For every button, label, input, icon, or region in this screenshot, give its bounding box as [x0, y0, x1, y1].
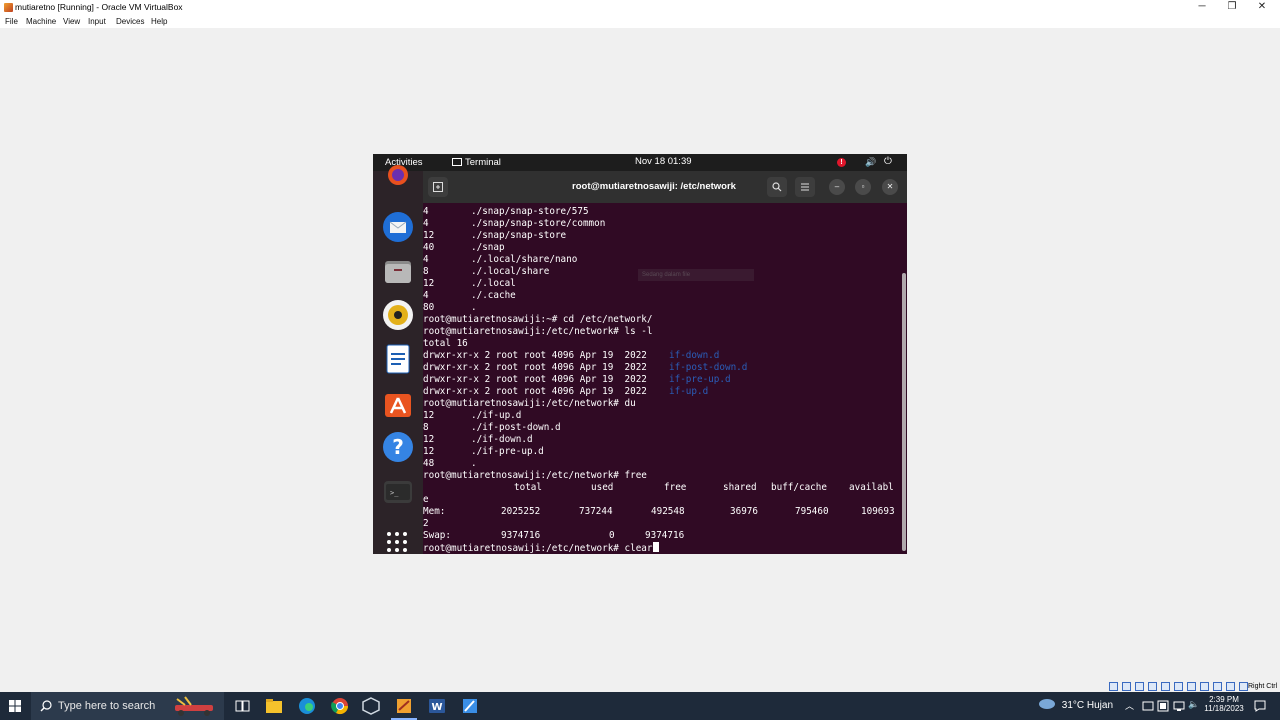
menu-view[interactable]: View: [63, 17, 80, 26]
ubuntu-software-icon[interactable]: [382, 387, 414, 419]
virtualbox-vm-icon[interactable]: [393, 696, 415, 716]
windows-start-icon[interactable]: [9, 700, 21, 712]
prompt-text: root@mutiaretnosawiji:/etc/network# clea…: [423, 543, 653, 554]
vbox-tray-icon[interactable]: [1157, 700, 1169, 712]
terminal-minimize-button[interactable]: –: [829, 179, 845, 195]
chevron-up-icon[interactable]: ︿: [1125, 699, 1134, 712]
display-icon[interactable]: [1187, 682, 1196, 691]
terminal-maximize-button[interactable]: ▫: [855, 179, 871, 195]
mouse-integration-icon[interactable]: [1226, 682, 1235, 691]
directory-name: if-up.d: [669, 386, 709, 397]
host-key-label: Right Ctrl: [1248, 683, 1278, 690]
rhythmbox-icon[interactable]: [382, 299, 414, 331]
virtualization-icon[interactable]: [1213, 682, 1222, 691]
shared-folders-icon[interactable]: [1174, 682, 1183, 691]
taskbar-date: 11/18/2023: [1204, 704, 1244, 713]
menu-file[interactable]: File: [5, 17, 18, 26]
terminal-close-button[interactable]: ✕: [882, 179, 898, 195]
terminal-icon: [452, 158, 462, 166]
paint-icon[interactable]: [459, 696, 481, 716]
optical-drive-icon[interactable]: [1122, 682, 1131, 691]
menu-devices[interactable]: Devices: [116, 17, 144, 26]
directory-name: if-post-down.d: [669, 362, 748, 373]
terminal-scroll-thumb[interactable]: [902, 273, 906, 551]
menu-help[interactable]: Help: [151, 17, 167, 26]
close-button[interactable]: ✕: [1247, 0, 1277, 15]
taskbar-time: 2:39 PM: [1209, 695, 1239, 704]
alert-icon[interactable]: !: [837, 158, 846, 167]
free-mem-row: Mem: 2025252 737244 492548 36976 795460 …: [423, 506, 895, 517]
search-placeholder: Type here to search: [58, 700, 156, 712]
ubuntu-dock: ? >_: [373, 165, 423, 554]
show-apps-icon[interactable]: [387, 532, 409, 554]
search-icon: [40, 700, 52, 712]
audio-icon[interactable]: [1135, 682, 1144, 691]
free-header: total used free shared buff/cache availa…: [514, 482, 894, 493]
volume-icon[interactable]: 🔊: [865, 157, 876, 168]
firefox-icon[interactable]: [386, 165, 410, 185]
usb-icon[interactable]: [1161, 682, 1170, 691]
virtualbox-app-icon: [4, 3, 13, 12]
network-tray-icon[interactable]: [1173, 700, 1185, 712]
task-view-icon[interactable]: [231, 696, 253, 716]
svg-text:?: ?: [392, 435, 404, 459]
terminal-headerbar: root@mutiaretnosawiji: /etc/network – ▫ …: [423, 171, 907, 203]
terminal-output[interactable]: Sedang dalam file 4 ./snap/snap-store/575…: [423, 203, 901, 554]
menu-button[interactable]: [795, 177, 815, 197]
virtualbox-manager-icon[interactable]: [360, 696, 382, 716]
edge-icon[interactable]: [296, 696, 318, 716]
help-icon[interactable]: ?: [382, 431, 414, 463]
prompt-line[interactable]: root@mutiaretnosawiji:/etc/network# clea…: [423, 542, 659, 554]
search-highlight-illustration: [175, 696, 213, 716]
free-swap-row: Swap: 9374716 0 9374716: [423, 530, 685, 541]
gnome-top-bar: Activities Terminal Nov 18 01:39 ! 🔊 ⏻: [373, 154, 907, 171]
keyboard-icon[interactable]: [1239, 682, 1248, 691]
directory-name: if-down.d: [669, 350, 720, 361]
virtualbox-titlebar: mutiaretno [Running] - Oracle VM Virtual…: [0, 0, 1280, 15]
chrome-icon[interactable]: [329, 696, 351, 716]
word-icon[interactable]: W: [426, 696, 448, 716]
taskbar-search-box[interactable]: Type here to search: [31, 692, 224, 720]
speaker-muted-icon[interactable]: 🔈: [1188, 699, 1199, 710]
network-icon[interactable]: [1148, 682, 1157, 691]
storage-icon[interactable]: [1109, 682, 1118, 691]
thunderbird-icon[interactable]: [382, 211, 414, 243]
clock-area[interactable]: 2:39 PM 11/18/2023: [1203, 695, 1245, 713]
hamburger-icon: [801, 183, 809, 191]
file-explorer-icon[interactable]: [263, 696, 285, 716]
tooltip-ghost: Sedang dalam file: [638, 269, 754, 281]
virtualbox-menubar: File Machine View Input Devices Help: [0, 15, 1280, 28]
guest-screen[interactable]: Activities Terminal Nov 18 01:39 ! 🔊 ⏻ ?: [373, 154, 907, 554]
recording-icon[interactable]: [1200, 682, 1209, 691]
restore-button[interactable]: ❐: [1217, 0, 1247, 15]
terminal-dock-icon[interactable]: >_: [384, 481, 412, 503]
minimize-button[interactable]: ─: [1187, 0, 1217, 15]
files-icon[interactable]: [382, 255, 414, 287]
power-icon[interactable]: ⏻: [884, 156, 892, 167]
text-cursor: [652, 542, 659, 552]
svg-text:W: W: [431, 702, 442, 713]
rain-cloud-icon: [1039, 699, 1055, 709]
libreoffice-writer-icon[interactable]: [382, 343, 414, 375]
window-title: mutiaretno [Running] - Oracle VM Virtual…: [15, 2, 183, 12]
clock[interactable]: Nov 18 01:39: [635, 156, 692, 167]
search-icon: [772, 182, 782, 192]
menu-input[interactable]: Input: [88, 17, 106, 26]
device-icon[interactable]: [1142, 700, 1154, 712]
directory-name: if-pre-up.d: [669, 374, 731, 385]
weather-widget[interactable]: 31°C Hujan: [1038, 697, 1113, 711]
windows-taskbar: Type here to search W 31°C Hujan ︿ 🔈 2:3…: [0, 692, 1280, 720]
app-menu[interactable]: Terminal: [452, 157, 501, 168]
app-name: Terminal: [465, 157, 501, 168]
menu-machine[interactable]: Machine: [26, 17, 56, 26]
svg-text:>_: >_: [390, 489, 399, 497]
search-button[interactable]: [767, 177, 787, 197]
notification-icon[interactable]: [1253, 699, 1267, 713]
weather-text: 31°C Hujan: [1061, 700, 1114, 711]
